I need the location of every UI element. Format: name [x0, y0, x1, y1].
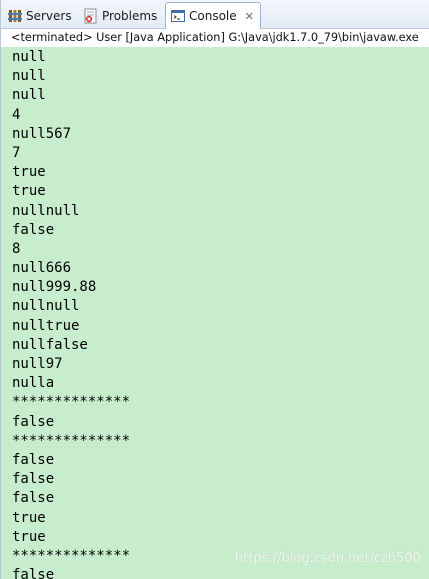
console-line: nullnull	[12, 298, 80, 315]
console-line: false	[12, 490, 55, 507]
watermark: https://blog.csdn.net/czh500	[234, 551, 421, 566]
console-line: false	[12, 221, 55, 238]
process-status-line: <terminated> User [Java Application] G:\…	[1, 29, 429, 47]
console-line: false	[12, 567, 55, 579]
console-icon	[170, 8, 186, 24]
console-line: true	[12, 509, 46, 526]
problems-icon	[83, 8, 99, 24]
console-line: 7	[12, 144, 21, 161]
console-line: false	[12, 451, 55, 468]
tab-problems-label: Problems	[102, 8, 158, 23]
tab-servers[interactable]: Servers	[7, 3, 72, 28]
console-line: null999.88	[12, 279, 97, 296]
console-line: 8	[12, 240, 21, 257]
console-line: null567	[12, 125, 72, 142]
tab-console[interactable]: Console ✕	[165, 2, 261, 29]
console-line: nulla	[12, 375, 55, 392]
tab-console-label: Console	[189, 9, 237, 23]
console-line: null	[12, 68, 46, 85]
console-line: true	[12, 528, 46, 545]
servers-icon	[7, 8, 23, 24]
close-icon[interactable]: ✕	[245, 10, 254, 23]
console-line: **************	[12, 432, 131, 449]
console-line: false	[12, 413, 55, 430]
console-line: null	[12, 49, 46, 65]
tab-servers-label: Servers	[26, 8, 72, 23]
tab-problems[interactable]: Problems	[83, 3, 157, 28]
console-line: false	[12, 471, 55, 488]
console-line: nullnull	[12, 202, 80, 219]
console-line: nulltrue	[12, 317, 80, 334]
console-line: null666	[12, 260, 72, 277]
console-line: **************	[12, 394, 131, 411]
console-line: null	[12, 87, 46, 104]
console-output[interactable]: null null null 4 null567 7 true true nullnull fal…	[1, 47, 429, 579]
console-line: true	[12, 164, 46, 181]
console-line: 4	[12, 106, 21, 123]
view-tab-bar: Servers Problems Console ✕	[1, 0, 429, 29]
console-line: null97	[12, 356, 63, 372]
console-line: true	[12, 183, 46, 200]
console-line: nullfalse	[12, 336, 88, 353]
console-window: Servers Problems Console ✕ <terminated> …	[0, 0, 429, 579]
